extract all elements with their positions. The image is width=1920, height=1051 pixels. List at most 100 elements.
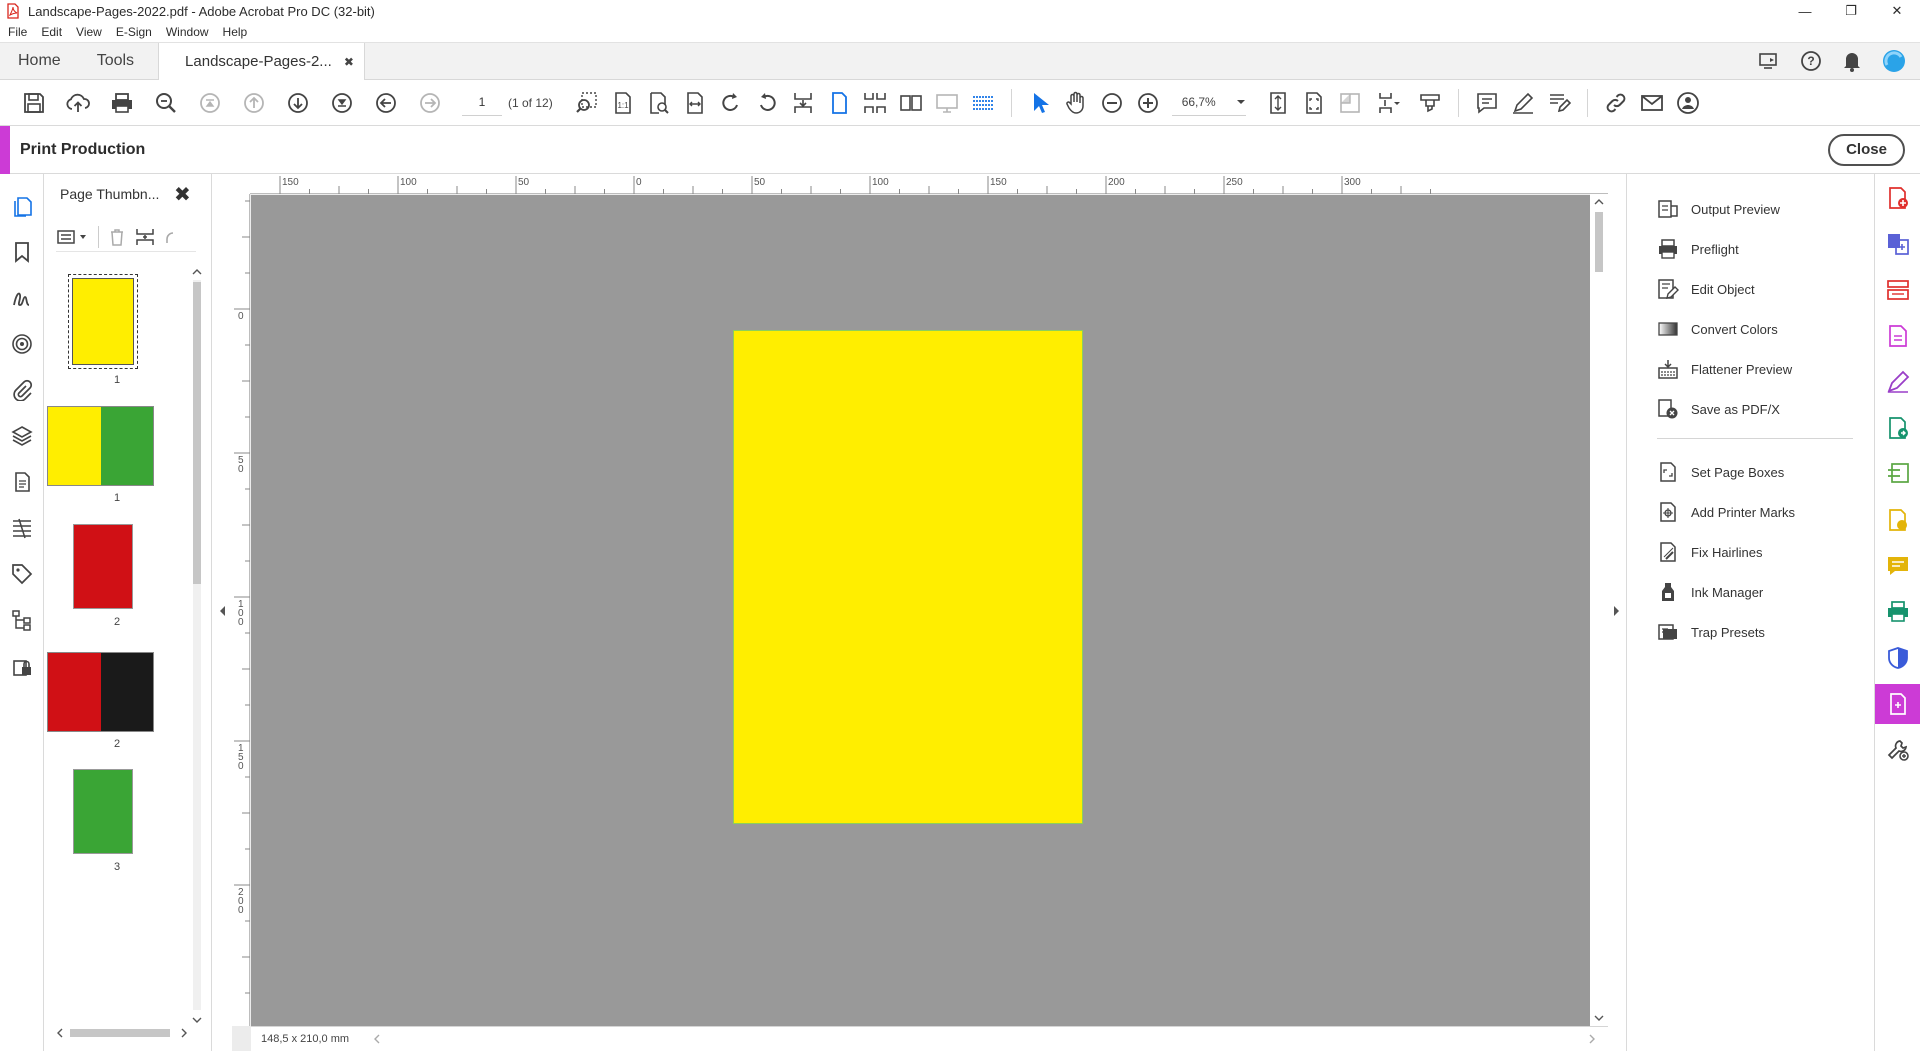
- layers-nav[interactable]: [10, 424, 34, 448]
- fit-page-button[interactable]: [1260, 86, 1296, 120]
- restore-button[interactable]: ❐: [1828, 0, 1874, 22]
- trash-icon[interactable]: [107, 227, 127, 247]
- fit-width-button[interactable]: [677, 86, 713, 120]
- share-link-button[interactable]: [1598, 86, 1634, 120]
- security-settings-nav[interactable]: [10, 654, 34, 678]
- highlight-tool-button[interactable]: [1412, 86, 1448, 120]
- menu-window[interactable]: Window: [166, 25, 209, 39]
- help-icon[interactable]: ?: [1800, 50, 1822, 72]
- menu-help[interactable]: Help: [223, 25, 248, 39]
- destinations-nav[interactable]: [10, 332, 34, 356]
- thumbnail-item[interactable]: 1: [44, 274, 190, 394]
- scroll-down-icon[interactable]: [190, 1014, 204, 1026]
- scroll-up-icon[interactable]: [190, 266, 204, 278]
- rotate-counterclockwise-button[interactable]: [749, 86, 785, 120]
- left-panel-collapse-strip[interactable]: [212, 174, 232, 1051]
- next-view-button[interactable]: [408, 86, 452, 120]
- first-page-button[interactable]: [188, 86, 232, 120]
- two-page-scrolling-button[interactable]: [857, 86, 893, 120]
- tool-preflight[interactable]: Preflight: [1657, 234, 1857, 264]
- collapse-left-icon[interactable]: [217, 604, 227, 618]
- thumbnail-item[interactable]: 2: [44, 524, 190, 644]
- zoom-out-button[interactable]: [1094, 86, 1130, 120]
- document-canvas[interactable]: [251, 195, 1608, 1026]
- content-nav[interactable]: [10, 516, 34, 540]
- tool-ink-manager[interactable]: Ink Manager: [1657, 577, 1857, 607]
- zoom-level-select[interactable]: 66,7%: [1171, 90, 1246, 116]
- fill-sign-button[interactable]: [1541, 86, 1577, 120]
- menu-file[interactable]: File: [8, 25, 27, 39]
- vertical-ruler[interactable]: 050100150200: [232, 194, 250, 1026]
- tool-output-preview[interactable]: Output Preview: [1657, 194, 1857, 224]
- tool-convert-colors[interactable]: Convert Colors: [1657, 314, 1857, 344]
- email-button[interactable]: [1634, 86, 1670, 120]
- organize-pages-tool[interactable]: [1875, 270, 1920, 310]
- screen-share-icon[interactable]: [1758, 51, 1780, 71]
- thumbnails-close-icon[interactable]: ✖: [174, 182, 191, 207]
- print-production-side-tool[interactable]: [1875, 592, 1920, 632]
- menu-esign[interactable]: E-Sign: [116, 25, 152, 39]
- right-panel-collapse-strip[interactable]: [1608, 174, 1626, 1051]
- scroll-thumb[interactable]: [70, 1029, 170, 1037]
- insert-pages-icon[interactable]: [135, 227, 155, 247]
- tool-set-page-boxes[interactable]: Set Page Boxes: [1657, 457, 1857, 487]
- single-page-view-button[interactable]: [821, 86, 857, 120]
- page-display-button[interactable]: [965, 86, 1001, 120]
- edit-pdf-tool[interactable]: [1875, 316, 1920, 356]
- menu-view[interactable]: View: [76, 25, 102, 39]
- thumbnail-item[interactable]: 1: [44, 406, 190, 526]
- select-tool-button[interactable]: [1022, 86, 1058, 120]
- menu-edit[interactable]: Edit: [41, 25, 62, 39]
- presentation-mode-button[interactable]: [929, 86, 965, 120]
- scroll-down-icon[interactable]: [1590, 1012, 1608, 1024]
- thumbnails-vertical-scrollbar[interactable]: [190, 266, 204, 1026]
- scroll-right-icon[interactable]: [1586, 1032, 1598, 1046]
- tab-tools[interactable]: Tools: [79, 43, 152, 79]
- two-page-view-button[interactable]: [893, 86, 929, 120]
- tab-home[interactable]: Home: [0, 43, 79, 79]
- page-layout-dropdown[interactable]: [1368, 86, 1412, 120]
- horizontal-ruler[interactable]: 150 100 50 0 50 100 150 200 250 300: [250, 174, 1608, 194]
- tool-add-printer-marks[interactable]: Add Printer Marks: [1657, 497, 1857, 527]
- document-tab-close-icon[interactable]: ✖: [344, 55, 354, 69]
- print-button[interactable]: [100, 86, 144, 120]
- next-page-button[interactable]: [276, 86, 320, 120]
- print-production-active-tool[interactable]: [1875, 684, 1920, 724]
- tab-document[interactable]: Landscape-Pages-2... ✖: [158, 43, 365, 80]
- collapse-right-icon[interactable]: [1612, 604, 1622, 618]
- tool-edit-object[interactable]: Edit Object: [1657, 274, 1857, 304]
- fill-sign-tool[interactable]: [1875, 362, 1920, 402]
- combine-files-tool[interactable]: [1875, 224, 1920, 264]
- tool-flattener-preview[interactable]: Flattener Preview: [1657, 354, 1857, 384]
- rich-media-tool[interactable]: [1875, 500, 1920, 540]
- tags-nav[interactable]: [10, 562, 34, 586]
- marquee-zoom-button[interactable]: [569, 86, 605, 120]
- hand-tool-button[interactable]: [1058, 86, 1094, 120]
- create-pdf-tool[interactable]: [1875, 178, 1920, 218]
- add-people-button[interactable]: [1670, 86, 1706, 120]
- scroll-left-icon[interactable]: [371, 1032, 383, 1046]
- scroll-thumb[interactable]: [1595, 212, 1603, 272]
- last-page-button[interactable]: [320, 86, 364, 120]
- page-number-input[interactable]: [462, 89, 502, 116]
- draw-button[interactable]: [1505, 86, 1541, 120]
- comment-tool[interactable]: [1875, 546, 1920, 586]
- document-vertical-scrollbar[interactable]: [1590, 194, 1608, 1026]
- thumbnail-item[interactable]: 2: [44, 652, 190, 772]
- bookmarks-nav[interactable]: [10, 240, 34, 264]
- rotate-clockwise-button[interactable]: [713, 86, 749, 120]
- full-screen-button[interactable]: [1296, 86, 1332, 120]
- bell-icon[interactable]: [1842, 50, 1862, 72]
- actual-size-button[interactable]: 1:1: [605, 86, 641, 120]
- protect-tool[interactable]: [1875, 638, 1920, 678]
- tool-save-as-pdfx[interactable]: Save as PDF/X: [1657, 394, 1857, 424]
- previous-view-button[interactable]: [364, 86, 408, 120]
- pdf-page[interactable]: [733, 330, 1083, 824]
- previous-page-button[interactable]: [232, 86, 276, 120]
- thumbnail-options-icon[interactable]: [56, 227, 90, 247]
- close-window-button[interactable]: ✕: [1874, 0, 1920, 22]
- scroll-thumb[interactable]: [193, 282, 201, 584]
- minimize-button[interactable]: —: [1782, 0, 1828, 22]
- scrolling-mode-button[interactable]: [785, 86, 821, 120]
- attachments-nav[interactable]: [10, 378, 34, 402]
